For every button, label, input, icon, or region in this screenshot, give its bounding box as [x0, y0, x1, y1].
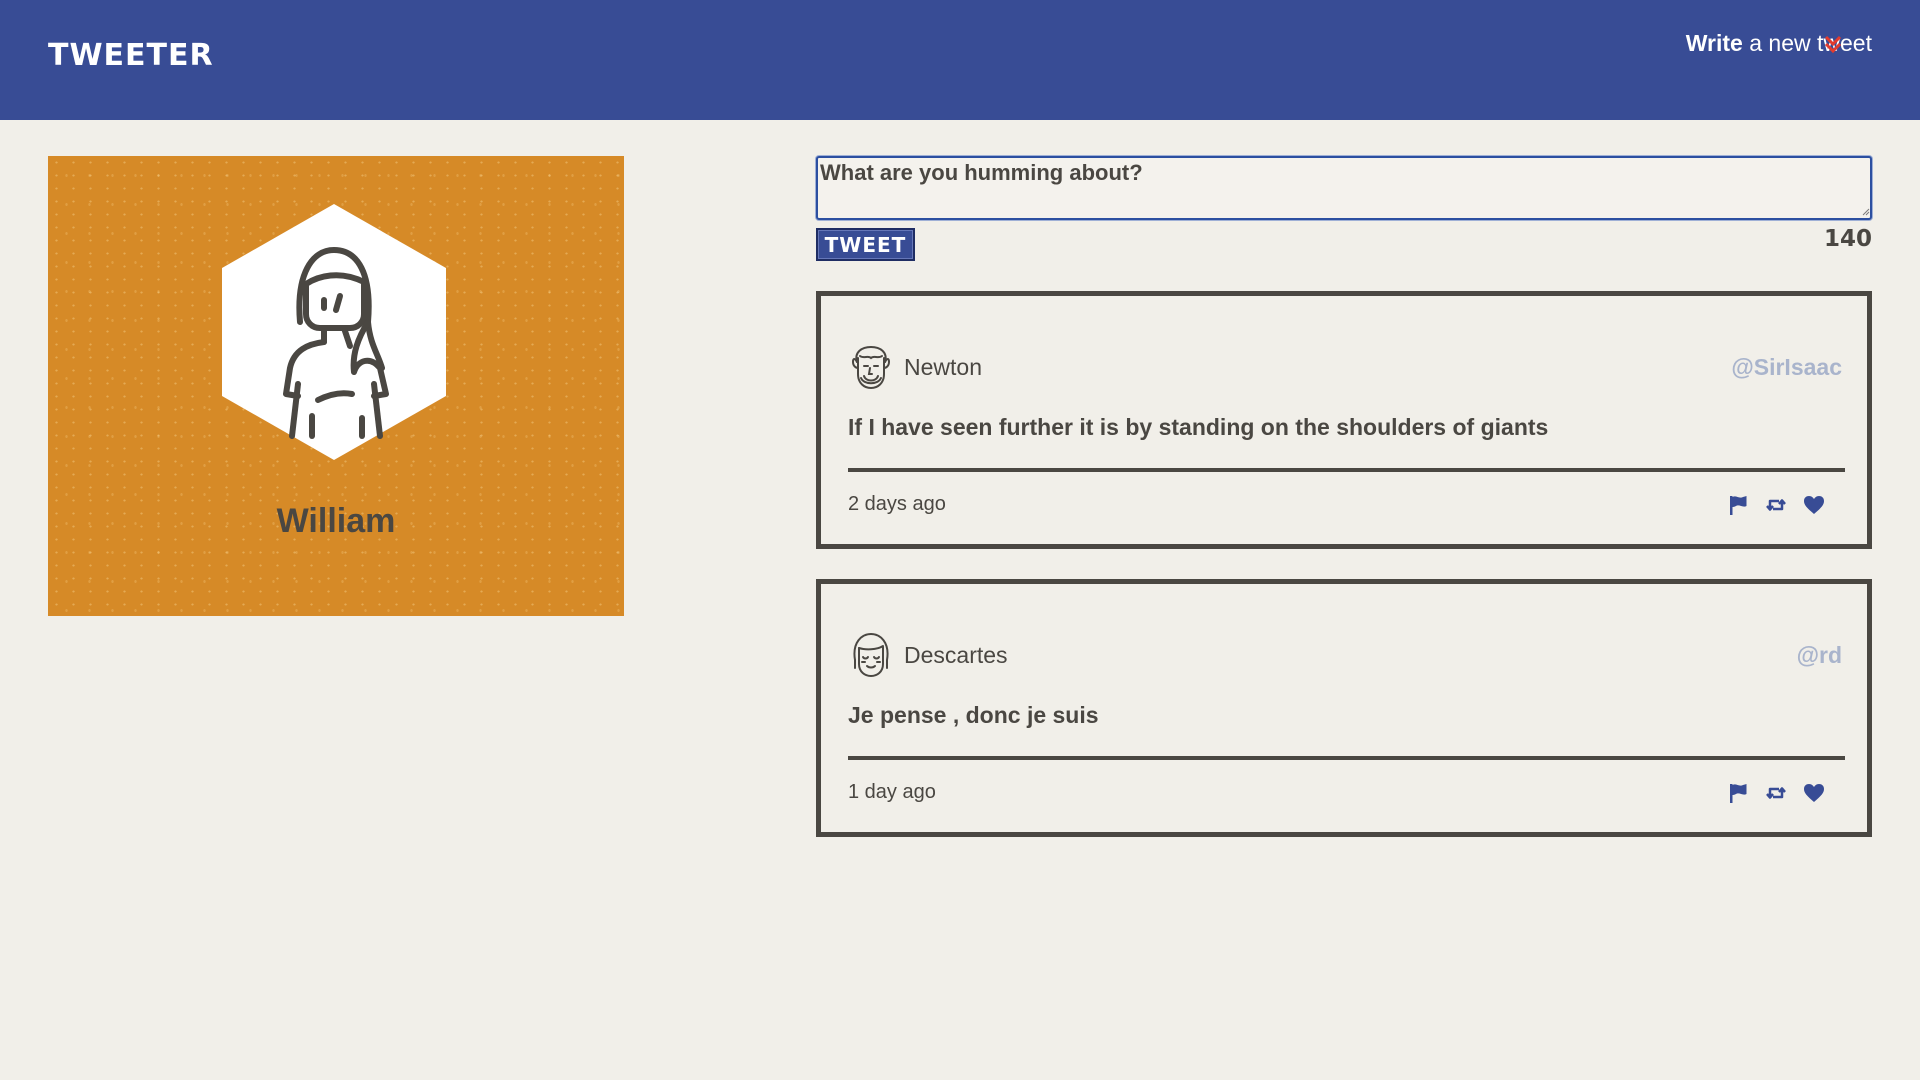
- character-counter: 140: [1823, 226, 1872, 252]
- user-avatar-icon: [222, 204, 446, 460]
- tweet-handle[interactable]: @SirIsaac: [1731, 354, 1842, 381]
- heart-icon[interactable]: [1803, 782, 1825, 804]
- tweet-timestamp: 1 day ago: [848, 781, 936, 803]
- tweet-timestamp: 2 days ago: [848, 493, 946, 515]
- retweet-icon[interactable]: [1765, 782, 1787, 804]
- profile-name: William: [276, 502, 396, 540]
- heart-icon[interactable]: [1803, 494, 1825, 516]
- newton-avatar-icon: [851, 345, 891, 390]
- tweet-card: Newton @SirIsaac If I have seen further …: [816, 291, 1872, 549]
- resize-handle-icon[interactable]: [1862, 208, 1870, 216]
- navbar: TWEETER Write a new tweet: [0, 0, 1920, 120]
- flag-icon[interactable]: [1727, 494, 1749, 516]
- tweet-actions: [1727, 494, 1825, 516]
- retweet-icon[interactable]: [1765, 494, 1787, 516]
- tweet-card: Descartes @rd Je pense , donc je suis 1 …: [816, 579, 1872, 837]
- tweet-content: If I have seen further it is by standing…: [848, 414, 1549, 440]
- chevron-double-down-icon[interactable]: [1823, 34, 1843, 54]
- tweet-compose-input[interactable]: [816, 156, 1872, 220]
- tweet-content: Je pense , donc je suis: [848, 702, 1099, 728]
- tweet-submit-button[interactable]: TWEET: [816, 228, 915, 261]
- tweet-author[interactable]: Newton: [904, 354, 982, 381]
- compose-link-strong: Write: [1685, 30, 1743, 56]
- tweet-divider: [848, 756, 1845, 760]
- brand-logo[interactable]: TWEETER: [48, 38, 214, 73]
- tweet-handle[interactable]: @rd: [1797, 642, 1842, 669]
- tweet-actions: [1727, 782, 1825, 804]
- descartes-avatar-icon: [853, 632, 889, 678]
- compose-link-text: a new tweet: [1742, 30, 1872, 56]
- profile-card: William: [48, 156, 624, 616]
- flag-icon[interactable]: [1727, 782, 1749, 804]
- tweet-author[interactable]: Descartes: [904, 642, 1008, 669]
- tweet-divider: [848, 468, 1845, 472]
